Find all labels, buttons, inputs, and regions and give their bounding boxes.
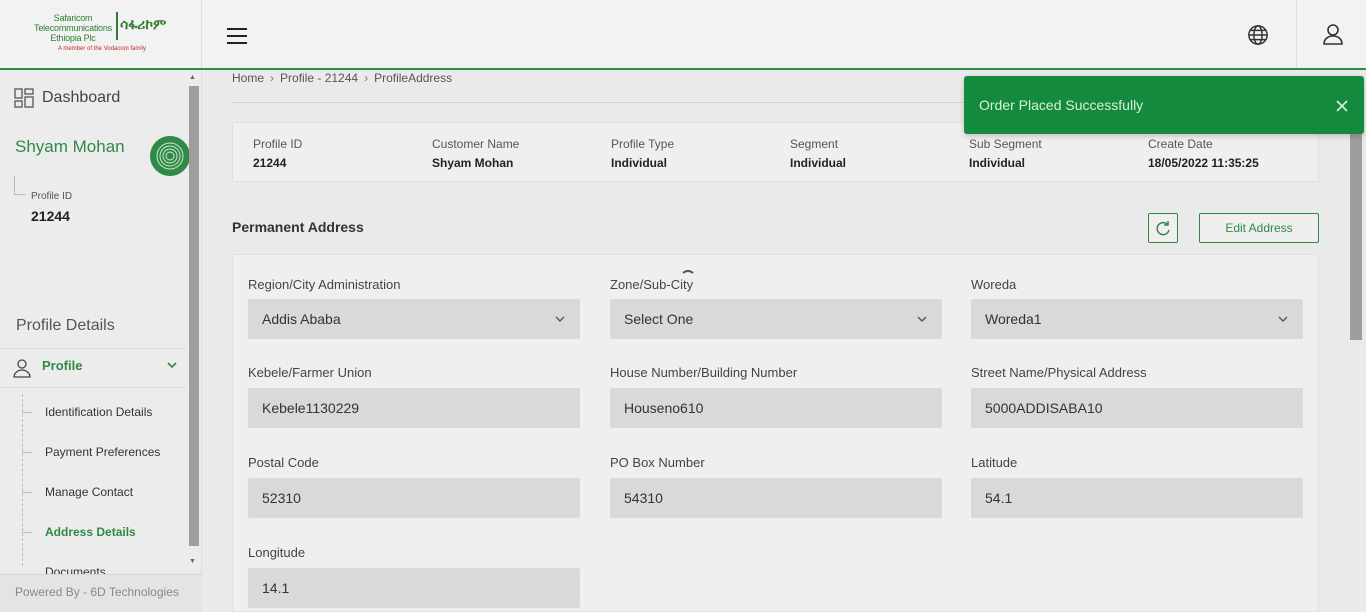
top-header: Safaricom Telecommunications Ethiopia Pl…: [0, 0, 1366, 70]
pobox-input[interactable]: 54310: [610, 478, 942, 518]
globe-icon[interactable]: [1247, 24, 1269, 46]
sidebar-item-profile[interactable]: Profile: [0, 348, 186, 388]
breadcrumb-home[interactable]: Home: [232, 71, 264, 85]
chevron-down-icon: [555, 316, 565, 322]
scroll-down-icon[interactable]: ▼: [189, 558, 196, 565]
scroll-up-icon[interactable]: ▲: [189, 74, 196, 81]
breadcrumb-current: ProfileAddress: [374, 71, 453, 85]
sidebar-scrollbar[interactable]: ▲ ▼: [187, 74, 199, 570]
tree-line: [14, 176, 15, 194]
logo-amharic: ሳፋሪኮም: [120, 16, 167, 32]
chevron-right-icon: ›: [270, 71, 275, 85]
woreda-label: Woreda: [971, 277, 1017, 292]
profile-id-value: 21244: [31, 208, 70, 224]
hamburger-icon[interactable]: [227, 28, 247, 46]
tree-tick: [22, 452, 32, 453]
logo-tagline: A member of the Vodacom family: [58, 46, 147, 52]
logo-text: Safaricom Telecommunications Ethiopia Pl…: [34, 13, 112, 43]
house-label: House Number/Building Number: [610, 365, 798, 380]
section-title: Profile Details: [16, 317, 115, 334]
fingerprint-icon[interactable]: [150, 136, 190, 176]
pobox-label: PO Box Number: [610, 455, 705, 470]
user-icon: [1323, 24, 1343, 45]
tree-line: [14, 194, 26, 195]
info-segment: Segment Individual: [790, 137, 847, 170]
sidebar-item-contact[interactable]: Manage Contact: [45, 485, 133, 499]
address-form: Region/City Administration Addis Ababa Z…: [232, 254, 1319, 612]
street-input[interactable]: 5000ADDISABA10: [971, 388, 1303, 428]
longitude-input[interactable]: 14.1: [248, 568, 580, 608]
refresh-button[interactable]: [1148, 213, 1178, 243]
divider: [232, 102, 970, 103]
sidebar-item-address[interactable]: Address Details: [45, 525, 136, 539]
region-select[interactable]: Addis Ababa: [248, 299, 580, 339]
longitude-label: Longitude: [248, 545, 306, 560]
kebele-label: Kebele/Farmer Union: [248, 365, 372, 380]
postal-input[interactable]: 52310: [248, 478, 580, 518]
chevron-down-icon[interactable]: [166, 359, 178, 371]
refresh-icon: [1156, 221, 1170, 236]
chevron-right-icon: ›: [364, 71, 369, 85]
profile-id-label: Profile ID: [31, 191, 73, 202]
customer-name: Shyam Mohan: [15, 137, 125, 156]
sidebar-profile-label: Profile: [42, 358, 83, 373]
scroll-thumb[interactable]: [189, 86, 199, 546]
dashboard-label: Dashboard: [42, 89, 121, 106]
section-title: Permanent Address: [232, 219, 364, 235]
house-input[interactable]: Houseno610: [610, 388, 942, 428]
postal-label: Postal Code: [248, 455, 319, 470]
tree-line: [22, 394, 23, 566]
tree-tick: [22, 532, 32, 533]
breadcrumb-profile[interactable]: Profile - 21244: [280, 71, 358, 85]
logo-divider: [116, 12, 118, 40]
woreda-select[interactable]: Woreda1: [971, 299, 1303, 339]
main-scrollbar[interactable]: [1350, 130, 1362, 340]
info-customer-name: Customer Name Shyam Mohan: [432, 137, 520, 170]
zone-select[interactable]: Select One: [610, 299, 942, 339]
chevron-down-icon: [1278, 316, 1288, 322]
sidebar-item-identification[interactable]: Identification Details: [45, 405, 152, 419]
close-icon[interactable]: [1335, 99, 1349, 113]
info-sub-segment: Sub Segment Individual: [969, 137, 1042, 170]
street-label: Street Name/Physical Address: [971, 365, 1147, 380]
info-create-date: Create Date 18/05/2022 11:35:25: [1148, 137, 1259, 170]
info-profile-type: Profile Type Individual: [611, 137, 675, 170]
toast-message: Order Placed Successfully: [979, 97, 1144, 113]
region-label: Region/City Administration: [248, 277, 401, 292]
person-icon: [13, 359, 31, 378]
footer: Powered By - 6D Technologies: [0, 574, 202, 612]
tree-tick: [22, 492, 32, 493]
loading-spinner: [680, 270, 696, 286]
latitude-input[interactable]: 54.1: [971, 478, 1303, 518]
success-toast: Order Placed Successfully: [964, 76, 1364, 134]
sidebar-item-dashboard[interactable]: Dashboard: [14, 88, 120, 108]
info-profile-id: Profile ID 21244: [253, 137, 303, 170]
brand-logo[interactable]: Safaricom Telecommunications Ethiopia Pl…: [0, 0, 202, 68]
breadcrumb: Home › Profile - 21244 › ProfileAddress: [232, 71, 452, 85]
tree-tick: [22, 412, 32, 413]
dashboard-icon: [14, 88, 34, 108]
edit-address-button[interactable]: Edit Address: [1199, 213, 1319, 243]
sidebar: Dashboard Shyam Mohan Profile ID 21244 P…: [0, 70, 202, 612]
sidebar-item-payment[interactable]: Payment Preferences: [45, 445, 160, 459]
user-menu[interactable]: [1296, 0, 1366, 68]
chevron-down-icon: [917, 316, 927, 322]
kebele-input[interactable]: Kebele1130229: [248, 388, 580, 428]
latitude-label: Latitude: [971, 455, 1018, 470]
